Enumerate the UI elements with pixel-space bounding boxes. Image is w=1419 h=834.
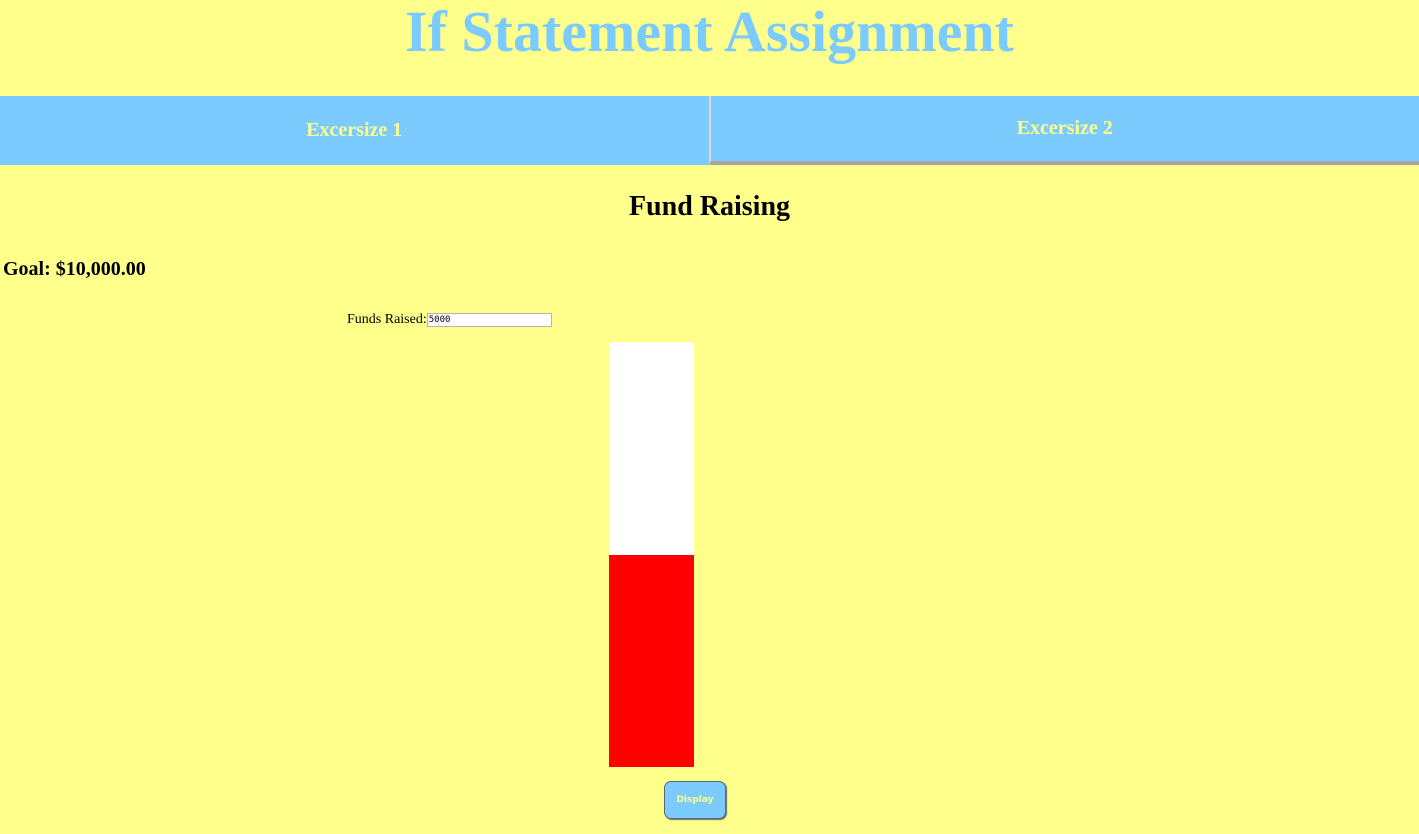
funds-raised-input[interactable] [426,313,552,327]
section-title: Fund Raising [628,191,791,222]
thermometer-fill [609,554,694,767]
fundraising-thermometer [609,342,694,767]
goal-label: Goal: $10,000.00 [3,258,146,280]
funds-raised-row: Funds Raised: [347,311,552,329]
tab-excersize-1[interactable]: Excersize 1 [0,96,709,165]
display-button[interactable]: Display [664,781,726,819]
page-title: If Statement Assignment [405,0,1014,64]
tab-bar: Excersize 1 Excersize 2 [0,96,1419,165]
funds-raised-label: Funds Raised: [347,312,427,327]
tab-excersize-2[interactable]: Excersize 2 [708,96,1419,165]
